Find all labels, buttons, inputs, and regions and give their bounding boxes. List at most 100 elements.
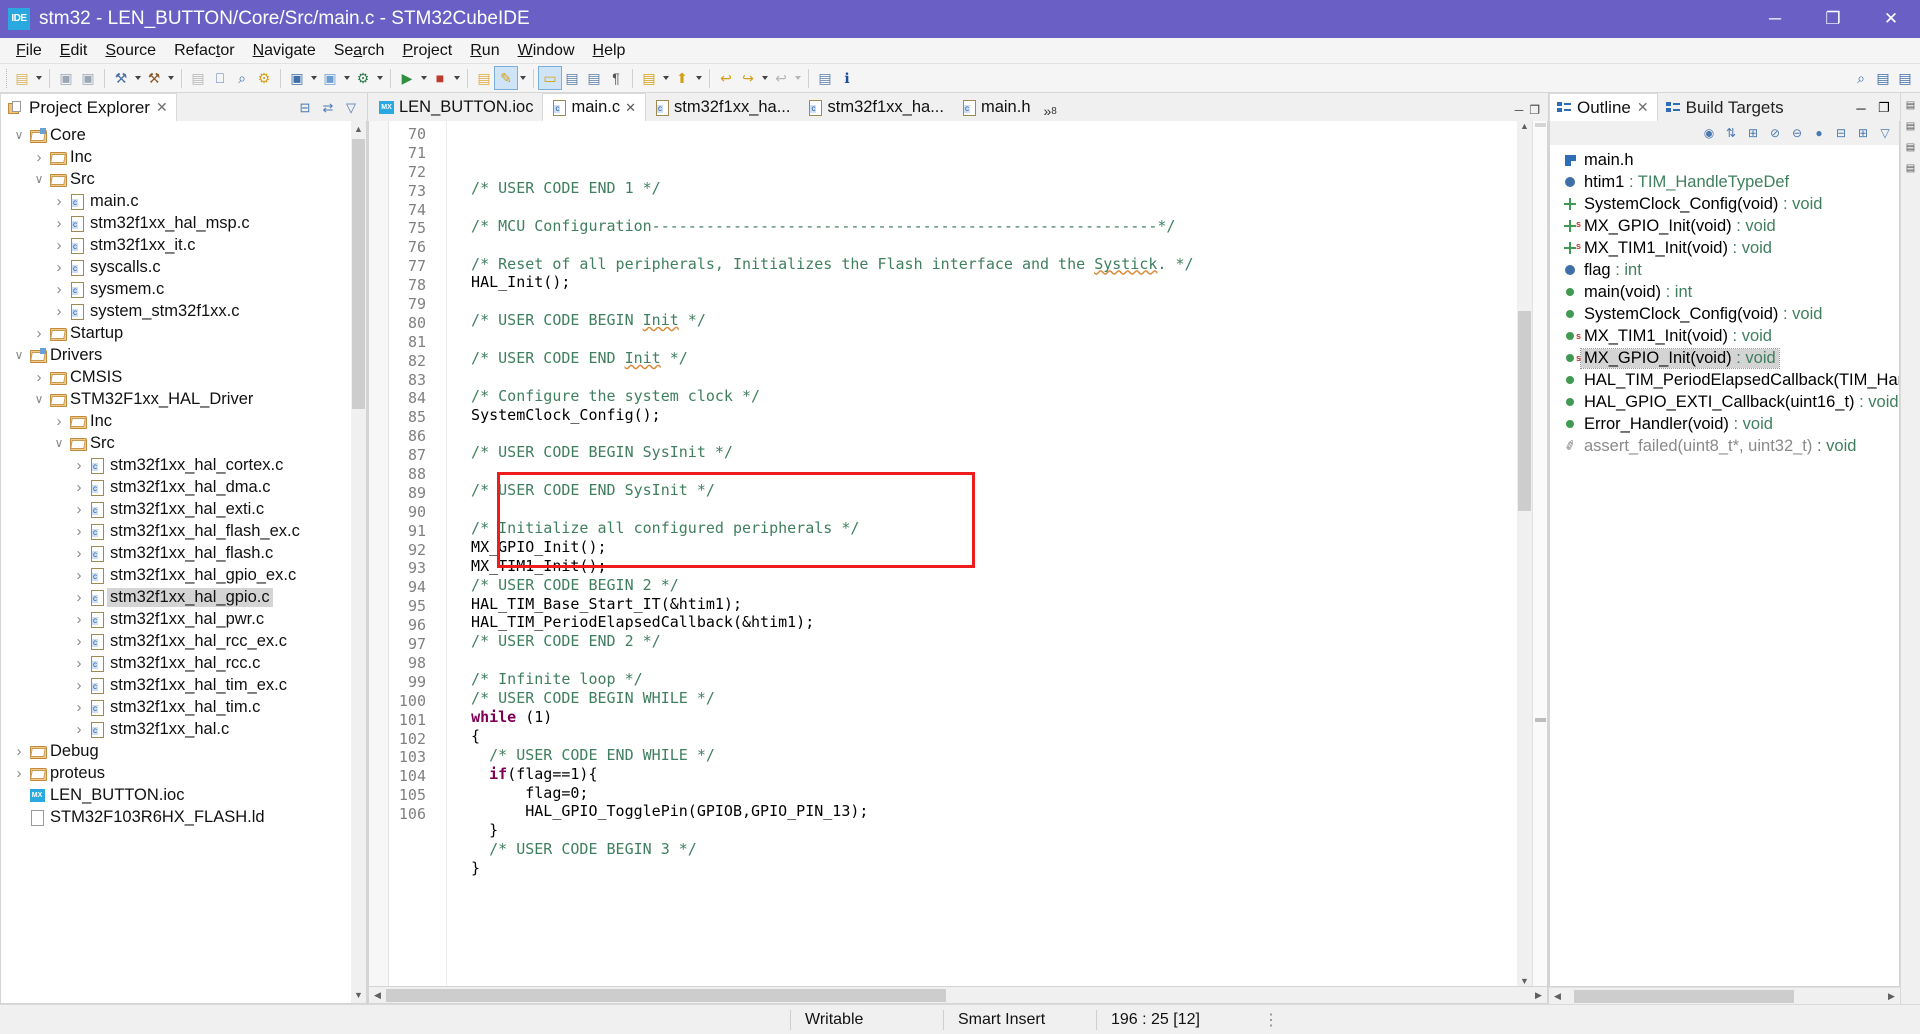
resume-dropdown-arrow[interactable]	[693, 67, 704, 89]
tree-item[interactable]: stm32f1xx_hal_tim.c	[1, 696, 351, 718]
chevron-right-icon[interactable]	[31, 325, 47, 342]
tree-item[interactable]: main.c	[1, 190, 351, 212]
forward-nav-button[interactable]: ↪	[737, 67, 759, 89]
quick-access-search-button[interactable]: ⌕	[1850, 67, 1872, 89]
project-tree-vertical-scrollbar[interactable]: ▲ ▼	[351, 121, 366, 1003]
minimize-outline-icon[interactable]: ─	[1851, 98, 1871, 118]
build-all-button[interactable]: ⚒	[110, 67, 132, 89]
minimized-view-icon-3[interactable]: ▤	[1903, 160, 1919, 176]
open-folder-button[interactable]: ▤	[473, 67, 495, 89]
expand-all-icon[interactable]: ⊞	[1853, 123, 1873, 143]
editor-vertical-scrollbar[interactable]: ▲ ▼	[1517, 121, 1532, 986]
show-whitespace-button[interactable]: ¶	[605, 67, 627, 89]
build-config-button[interactable]: ⚙	[253, 67, 275, 89]
tree-item[interactable]: Inc	[1, 410, 351, 432]
chevron-right-icon[interactable]	[31, 369, 47, 386]
outline-item[interactable]: s MX_GPIO_Init(void) : void	[1550, 347, 1899, 369]
code-line[interactable]: /* Initialize all configured peripherals…	[453, 519, 1517, 538]
code-line[interactable]	[453, 425, 1517, 444]
restore-perspective-icon[interactable]: ▤	[1903, 97, 1919, 113]
chevron-right-icon[interactable]	[71, 567, 87, 584]
tree-item[interactable]: sysmem.c	[1, 278, 351, 300]
open-element-dropdown-arrow[interactable]	[308, 67, 319, 89]
focus-on-active-task-icon[interactable]: ◉	[1699, 123, 1719, 143]
tree-item[interactable]: STM32F1xx_HAL_Driver	[1, 388, 351, 410]
editor-annotation-gutter[interactable]	[369, 121, 389, 986]
outline-item[interactable]: flag : int	[1550, 259, 1899, 281]
tree-item[interactable]: Startup	[1, 322, 351, 344]
outline-item[interactable]: ✐ assert_failed(uint8_t*, uint32_t) : voi…	[1550, 435, 1899, 457]
outline-item[interactable]: s MX_GPIO_Init(void) : void	[1550, 215, 1899, 237]
debug-config-dropdown-arrow[interactable]	[341, 67, 352, 89]
toggle-comment-button[interactable]: ▭	[538, 66, 562, 90]
tree-item[interactable]: stm32f1xx_hal_flash.c	[1, 542, 351, 564]
open-element-button[interactable]: ▣	[286, 67, 308, 89]
tree-item[interactable]: Drivers	[1, 344, 351, 366]
code-line[interactable]	[453, 462, 1517, 481]
close-button[interactable]: ✕	[1862, 0, 1920, 38]
maximize-outline-icon[interactable]: ❐	[1874, 98, 1894, 118]
code-line[interactable]: HAL_TIM_PeriodElapsedCallback(&htim1);	[453, 613, 1517, 632]
code-line[interactable]: /* USER CODE BEGIN Init */	[453, 311, 1517, 330]
tab-project-explorer[interactable]: Project Explorer ✕	[0, 93, 177, 121]
code-line[interactable]: /* USER CODE END SysInit */	[453, 481, 1517, 500]
editor-tab-stm32f1xx-ha-[interactable]: stm32f1xx_ha...	[799, 93, 953, 121]
chevron-right-icon[interactable]	[11, 743, 27, 760]
code-line[interactable]	[453, 651, 1517, 670]
scroll-left-icon[interactable]: ◀	[1549, 991, 1566, 1002]
code-line[interactable]: /* USER CODE BEGIN SysInit */	[453, 443, 1517, 462]
back-nav-button[interactable]: ↩	[715, 67, 737, 89]
close-icon[interactable]: ✕	[156, 99, 168, 116]
chevron-right-icon[interactable]	[71, 611, 87, 628]
close-icon[interactable]: ✕	[1637, 99, 1649, 116]
debug-bug-button[interactable]: ⚙	[352, 67, 374, 89]
scroll-right-icon[interactable]: ▶	[1530, 990, 1547, 1001]
code-line[interactable]: MX_TIM1_Init();	[453, 557, 1517, 576]
outline-item[interactable]: s MX_TIM1_Init(void) : void	[1550, 237, 1899, 259]
link-with-editor-icon[interactable]: ⇄	[318, 98, 338, 118]
chevron-right-icon[interactable]	[71, 479, 87, 496]
tree-item[interactable]: stm32f1xx_hal_gpio.c	[1, 586, 351, 608]
chevron-right-icon[interactable]	[71, 545, 87, 562]
maximize-button[interactable]: ❐	[1804, 0, 1862, 38]
code-line[interactable]: /* USER CODE BEGIN WHILE */	[453, 689, 1517, 708]
chevron-right-icon[interactable]	[11, 765, 27, 782]
view-menu-icon[interactable]: ▽	[1875, 123, 1895, 143]
collapse-all-icon[interactable]: ⊟	[1831, 123, 1851, 143]
outline-item[interactable]: HAL_TIM_PeriodElapsedCallback(TIM_Han	[1550, 369, 1899, 391]
tree-item[interactable]: stm32f1xx_hal_pwr.c	[1, 608, 351, 630]
outline-item[interactable]: s MX_TIM1_Init(void) : void	[1550, 325, 1899, 347]
tree-item[interactable]: stm32f1xx_hal_flash_ex.c	[1, 520, 351, 542]
tree-item[interactable]: stm32f1xx_hal_msp.c	[1, 212, 351, 234]
tree-item[interactable]: stm32f1xx_hal_rcc.c	[1, 652, 351, 674]
code-line[interactable]	[453, 500, 1517, 519]
scroll-up-icon[interactable]: ▲	[1517, 121, 1532, 131]
information-button[interactable]: ℹ	[836, 67, 858, 89]
resume-button[interactable]: ⬆	[671, 67, 693, 89]
chevron-right-icon[interactable]	[51, 193, 67, 210]
chevron-down-icon[interactable]	[11, 348, 27, 362]
sort-icon[interactable]: ⇅	[1721, 123, 1741, 143]
code-line[interactable]: /* Infinite loop */	[453, 670, 1517, 689]
menu-navigate[interactable]: Navigate	[244, 40, 325, 62]
collapse-all-icon[interactable]: ⊟	[295, 98, 315, 118]
tree-item[interactable]: stm32f1xx_hal.c	[1, 718, 351, 740]
code-line[interactable]: if(flag==1){	[453, 765, 1517, 784]
code-line[interactable]: HAL_TIM_Base_Start_IT(&htim1);	[453, 595, 1517, 614]
chevron-right-icon[interactable]	[71, 501, 87, 518]
menu-help[interactable]: Help	[584, 40, 635, 62]
new-c-c++-project-button[interactable]: ▤	[11, 67, 33, 89]
tree-item[interactable]: LEN_BUTTON.ioc	[1, 784, 351, 806]
status-drag-handle[interactable]: ⋮	[1249, 1005, 1293, 1034]
chevron-down-icon[interactable]	[11, 128, 27, 142]
tree-item[interactable]: stm32f1xx_hal_dma.c	[1, 476, 351, 498]
chevron-right-icon[interactable]	[51, 413, 67, 430]
tree-item[interactable]: stm32f1xx_hal_tim_ex.c	[1, 674, 351, 696]
tab-outline[interactable]: Outline ✕	[1549, 93, 1658, 121]
code-line[interactable]: flag=0;	[453, 784, 1517, 803]
run-dropdown-arrow[interactable]	[418, 67, 429, 89]
code-line[interactable]: /* USER CODE END Init */	[453, 349, 1517, 368]
pencil-edit-button[interactable]: ✎	[494, 66, 518, 90]
menu-edit[interactable]: Edit	[51, 40, 97, 62]
scroll-down-icon[interactable]: ▼	[351, 987, 366, 1003]
